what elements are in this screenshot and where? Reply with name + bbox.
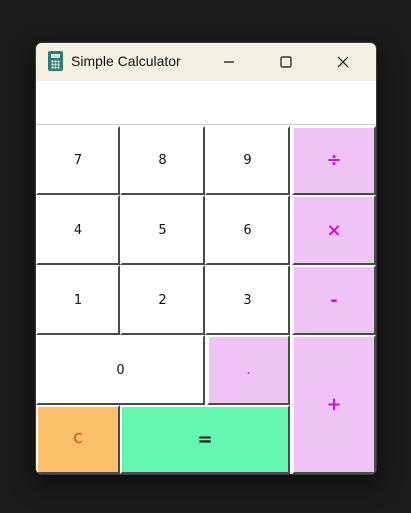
digit-1-button[interactable]: 1 [36,265,120,335]
maximize-button[interactable] [263,43,309,81]
digit-6-button[interactable]: 6 [205,195,290,265]
add-button[interactable]: + [292,335,376,474]
clear-button[interactable]: C [36,405,120,474]
decimal-button[interactable]: . [207,335,290,405]
maximize-icon [280,56,292,68]
close-button[interactable] [320,43,366,81]
digit-7-button[interactable]: 7 [36,126,120,195]
calculator-display[interactable] [36,81,376,125]
equals-button[interactable]: = [120,405,290,474]
multiply-button[interactable]: × [292,195,376,265]
calculator-icon [48,51,63,71]
close-icon [337,56,349,68]
digit-5-button[interactable]: 5 [120,195,205,265]
digit-3-button[interactable]: 3 [205,265,290,335]
digit-8-button[interactable]: 8 [120,126,205,195]
title-bar[interactable]: Simple Calculator [36,43,376,81]
digit-9-button[interactable]: 9 [205,126,290,195]
window-title: Simple Calculator [71,53,181,69]
digit-4-button[interactable]: 4 [36,195,120,265]
minimize-button[interactable] [206,43,252,81]
digit-0-button[interactable]: 0 [36,335,205,405]
subtract-button[interactable]: - [292,265,376,335]
calculator-window: Simple Calculator 7 8 9 ÷ 4 5 6 × 1 2 3 … [35,42,377,475]
digit-2-button[interactable]: 2 [120,265,205,335]
minimize-icon [224,61,234,63]
divide-button[interactable]: ÷ [292,126,376,195]
